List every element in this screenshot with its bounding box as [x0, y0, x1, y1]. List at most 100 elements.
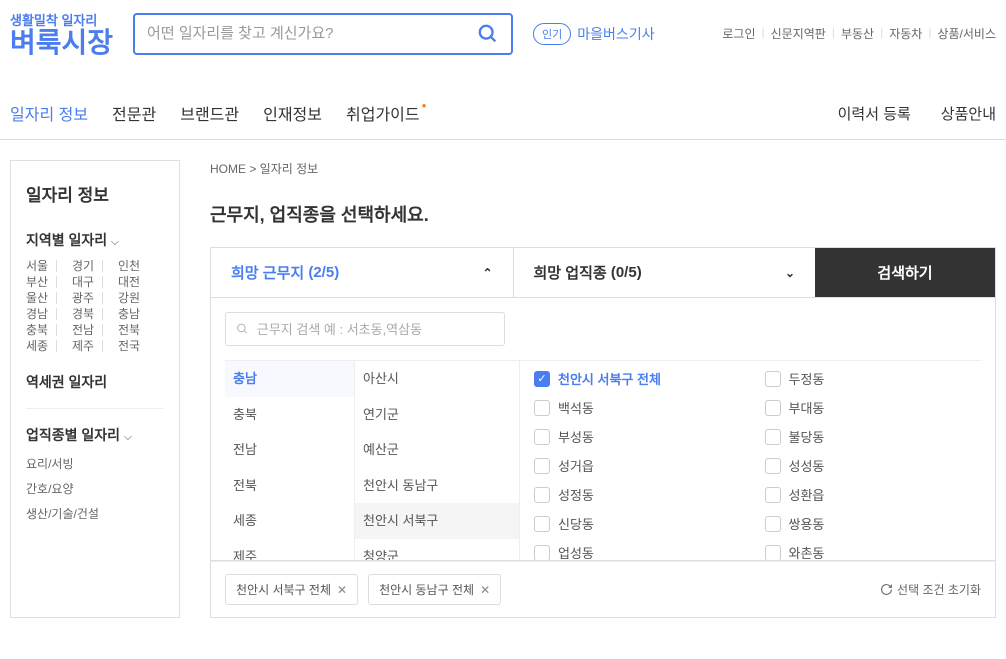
- sidebar-region-item[interactable]: 광주: [72, 292, 118, 304]
- region-lvl1-item[interactable]: 세종: [225, 503, 354, 539]
- checkbox-icon: [765, 458, 781, 474]
- region-lvl3-item[interactable]: 신당동: [534, 514, 737, 533]
- reset-button[interactable]: 선택 조건 초기화: [880, 581, 981, 598]
- sidebar-station-link[interactable]: 역세권 일자리: [26, 372, 164, 392]
- region-lvl1-item[interactable]: 제주: [225, 539, 354, 561]
- checkbox-icon: [534, 400, 550, 416]
- sidebar-region-item[interactable]: 충북: [26, 324, 72, 336]
- region-lvl2-item[interactable]: 예산군: [355, 432, 519, 468]
- page-title: 근무지, 업직종을 선택하세요.: [210, 201, 996, 227]
- region-lvl3-item[interactable]: 부대동: [765, 398, 968, 417]
- sidebar-region-title[interactable]: 지역별 일자리⌵: [26, 230, 164, 250]
- region-lvl3-item[interactable]: 성정동: [534, 485, 737, 504]
- filter-header: 희망 근무지 (2/5) ⌃ 희망 업직종 (0/5) ⌄ 검색하기: [210, 247, 996, 298]
- checkbox-icon: [765, 371, 781, 387]
- breadcrumb: HOME > 일자리 정보: [210, 160, 996, 177]
- sidebar-region-item[interactable]: 제주: [72, 340, 118, 352]
- sidebar-region-item[interactable]: 전국: [118, 340, 164, 352]
- sidebar: 일자리 정보 지역별 일자리⌵ 서울경기인천부산대구대전울산광주강원경남경북충남…: [10, 160, 180, 618]
- popular-keyword-link[interactable]: 인기 마을버스기사: [533, 23, 655, 45]
- sidebar-cat-item[interactable]: 간호/요양: [26, 480, 164, 497]
- nav-special[interactable]: 전문관: [112, 87, 180, 139]
- checkbox-icon: ✓: [534, 371, 550, 387]
- sidebar-region-item[interactable]: 울산: [26, 292, 72, 304]
- top-link-newspaper[interactable]: 신문지역판: [771, 25, 826, 42]
- search-input[interactable]: [147, 25, 477, 42]
- region-lvl3-item[interactable]: 두정동: [765, 369, 968, 388]
- nav-brand[interactable]: 브랜드관: [180, 87, 263, 139]
- checkbox-icon: [534, 487, 550, 503]
- sidebar-region-item[interactable]: 경남: [26, 308, 72, 320]
- sidebar-region-item[interactable]: 충남: [118, 308, 164, 320]
- region-lvl3-item[interactable]: ✓천안시 서북구 전체: [534, 369, 737, 388]
- region-lvl1-item[interactable]: 전남: [225, 432, 354, 468]
- region-lvl2-item[interactable]: 천안시 동남구: [355, 468, 519, 504]
- checkbox-icon: [534, 516, 550, 532]
- top-link-service[interactable]: 상품/서비스: [937, 25, 996, 42]
- filter-body: 충남충북전남전북세종제주전국 아산시연기군예산군천안시 동남구천안시 서북구청양…: [210, 298, 996, 561]
- region-lvl3-item[interactable]: 와촌동: [765, 543, 968, 560]
- region-column-3: ✓천안시 서북구 전체백석동부성동성거읍성정동신당동업성동 두정동부대동불당동성…: [520, 361, 981, 560]
- chevron-down-icon: ⌄: [785, 266, 795, 280]
- sidebar-region-item[interactable]: 대전: [118, 276, 164, 288]
- filter-tab-job[interactable]: 희망 업직종 (0/5) ⌄: [513, 248, 816, 297]
- nav-resume[interactable]: 이력서 등록: [838, 103, 911, 124]
- region-lvl3-item[interactable]: 성환읍: [765, 485, 968, 504]
- sidebar-region-item[interactable]: 서울: [26, 260, 72, 272]
- region-lvl3-item[interactable]: 불당동: [765, 427, 968, 446]
- sidebar-region-item[interactable]: 경북: [72, 308, 118, 320]
- checkbox-icon: [765, 429, 781, 445]
- refresh-icon: [880, 583, 893, 596]
- nav-jobs[interactable]: 일자리 정보: [10, 87, 112, 139]
- checkbox-icon: [534, 429, 550, 445]
- site-logo[interactable]: 생활밀착 일자리 벼룩시장: [10, 10, 113, 57]
- filter-chip[interactable]: 천안시 동남구 전체✕: [368, 574, 501, 605]
- search-box[interactable]: [133, 13, 513, 55]
- sidebar-cat-item[interactable]: 생산/기술/건설: [26, 505, 164, 522]
- region-lvl3-item[interactable]: 부성동: [534, 427, 737, 446]
- sidebar-region-item[interactable]: 인천: [118, 260, 164, 272]
- sidebar-region-item[interactable]: 부산: [26, 276, 72, 288]
- region-lvl1-item[interactable]: 전북: [225, 468, 354, 504]
- filter-chip[interactable]: 천안시 서북구 전체✕: [225, 574, 358, 605]
- sidebar-region-item[interactable]: 경기: [72, 260, 118, 272]
- nav-products[interactable]: 상품안내: [941, 103, 996, 124]
- popular-text: 마을버스기사: [577, 24, 654, 44]
- region-lvl2-item[interactable]: 연기군: [355, 397, 519, 433]
- region-lvl1-item[interactable]: 충남: [225, 361, 354, 397]
- region-lvl3-item[interactable]: 성성동: [765, 456, 968, 475]
- region-lvl3-item[interactable]: 쌍용동: [765, 514, 968, 533]
- region-lvl1-item[interactable]: 충북: [225, 397, 354, 433]
- filter-search-input[interactable]: [257, 322, 494, 337]
- sidebar-region-item[interactable]: 강원: [118, 292, 164, 304]
- region-lvl2-item[interactable]: 청양군: [355, 539, 519, 561]
- region-lvl2-item[interactable]: 아산시: [355, 361, 519, 397]
- region-lvl3-item[interactable]: 백석동: [534, 398, 737, 417]
- top-link-login[interactable]: 로그인: [722, 25, 755, 42]
- close-icon[interactable]: ✕: [337, 583, 347, 597]
- region-lvl3-item[interactable]: 성거읍: [534, 456, 737, 475]
- nav-guide[interactable]: 취업가이드●: [346, 87, 450, 139]
- popular-badge: 인기: [533, 23, 571, 45]
- sidebar-region-item[interactable]: 전북: [118, 324, 164, 336]
- sidebar-region-item[interactable]: 전남: [72, 324, 118, 336]
- top-link-realestate[interactable]: 부동산: [841, 25, 874, 42]
- filter-tab-location[interactable]: 희망 근무지 (2/5) ⌃: [211, 248, 513, 297]
- nav-talent[interactable]: 인재정보: [263, 87, 346, 139]
- checkbox-icon: [765, 545, 781, 561]
- checkbox-icon: [534, 458, 550, 474]
- filter-search-button[interactable]: 검색하기: [815, 248, 995, 297]
- close-icon[interactable]: ✕: [480, 583, 490, 597]
- region-column-2: 아산시연기군예산군천안시 동남구천안시 서북구청양군태안군홍성군: [355, 361, 520, 560]
- sidebar-region-item[interactable]: 대구: [72, 276, 118, 288]
- top-link-car[interactable]: 자동차: [889, 25, 922, 42]
- region-lvl2-item[interactable]: 천안시 서북구: [355, 503, 519, 539]
- sidebar-region-item[interactable]: 세종: [26, 340, 72, 352]
- sidebar-cat-item[interactable]: 요리/서빙: [26, 455, 164, 472]
- region-lvl3-item[interactable]: 업성동: [534, 543, 737, 560]
- checkbox-icon: [765, 516, 781, 532]
- checkbox-icon: [765, 487, 781, 503]
- filter-search-input-box[interactable]: [225, 312, 505, 346]
- sidebar-cat-title[interactable]: 업직종별 일자리⌵: [26, 425, 164, 445]
- search-icon[interactable]: [477, 23, 499, 45]
